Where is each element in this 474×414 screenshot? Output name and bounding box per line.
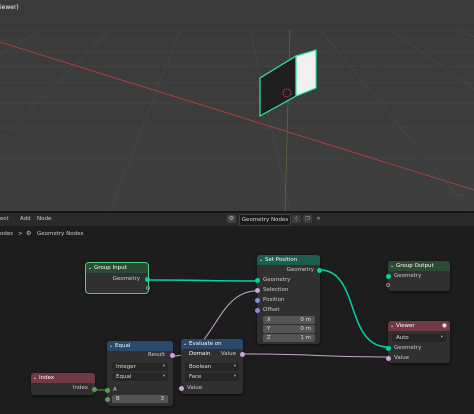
node-tree-selector[interactable]: ⚙ Geometry Nodes ◊ ❐ ✕ — [225, 214, 323, 226]
geometry-input-socket[interactable] — [255, 278, 260, 283]
duplicate-icon[interactable]: ❐ — [303, 215, 312, 223]
socket-label: Geometry — [263, 277, 291, 283]
menu-select[interactable]: ect — [0, 216, 9, 222]
offset-input-socket[interactable] — [255, 308, 260, 313]
b-input-socket[interactable] — [105, 397, 110, 402]
index-output-socket[interactable] — [92, 387, 97, 392]
breadcrumb-parent: odes — [0, 231, 14, 237]
node-header[interactable]: ⌄ Equal — [107, 341, 173, 351]
domain-dropdown[interactable]: Face ▾ — [185, 373, 239, 381]
geometry-output-socket[interactable] — [145, 277, 150, 282]
geometry-input-socket[interactable] — [386, 274, 391, 279]
empty-input-socket[interactable] — [386, 283, 390, 287]
socket-label: Geometry — [394, 345, 422, 351]
menu-add[interactable]: Add — [20, 216, 31, 222]
evaluate-on-domain-node[interactable]: ⌄ Evaluate on Domain Value Boolean ▾ Face… — [179, 339, 245, 394]
node-header[interactable]: ⌄ Set Position — [257, 255, 320, 265]
node-tree-icon[interactable]: ⚙ — [227, 215, 236, 223]
node-header[interactable]: ⌄ Evaluate on Domain — [181, 339, 243, 357]
node-header[interactable]: ⌄ Group Output — [388, 261, 450, 271]
result-output-socket[interactable] — [170, 353, 175, 358]
node-title: Equal — [115, 343, 131, 349]
collapse-chevron-icon[interactable]: ⌄ — [390, 261, 394, 271]
socket-label: Geometry — [286, 267, 314, 273]
geometry-output-socket[interactable] — [317, 268, 322, 273]
node-header[interactable]: ⌄ Index — [31, 373, 95, 383]
socket-label: Position — [263, 297, 285, 303]
menu-node[interactable]: Node — [37, 216, 51, 222]
collapse-chevron-icon[interactable]: ⌄ — [259, 255, 263, 265]
node-header[interactable]: ⌄ Group Input — [86, 263, 148, 273]
viewport-grid — [0, 0, 474, 211]
empty-output-socket[interactable] — [146, 286, 150, 290]
type-dropdown[interactable]: Boolean ▾ — [185, 363, 239, 371]
value-input-socket[interactable] — [386, 356, 391, 361]
eye-icon[interactable]: ◉ — [442, 321, 447, 331]
set-position-node[interactable]: ⌄ Set Position Geometry Geometry Selecti… — [255, 255, 322, 344]
socket-label: Geometry — [112, 276, 140, 282]
node-title: Viewer — [396, 323, 415, 329]
socket-label: Index — [72, 385, 88, 391]
collapse-chevron-icon[interactable]: ⌄ — [33, 373, 37, 383]
value-input-socket[interactable] — [179, 386, 184, 391]
collapse-chevron-icon[interactable]: ⌄ — [109, 341, 113, 351]
socket-label: Value — [187, 385, 203, 391]
pin-icon[interactable]: ✕ — [314, 215, 323, 223]
socket-label: Geometry — [394, 273, 422, 279]
socket-label: Offset — [263, 307, 280, 313]
node-tree-icon: ⚙ — [26, 230, 32, 237]
fake-user-shield-icon[interactable]: ◊ — [292, 215, 301, 223]
viewer-node[interactable]: ⌄ Viewer ◉ Auto ▾ Geometry Value — [386, 321, 450, 363]
socket-label: Value — [220, 351, 236, 357]
node-title: Group Input — [94, 265, 127, 271]
offset-y-field[interactable]: Y 0 m — [263, 325, 315, 333]
socket-label: A — [113, 387, 117, 393]
breadcrumb-current: Geometry Nodes — [37, 231, 84, 237]
node-title: Index — [39, 375, 55, 381]
selection-input-socket[interactable] — [255, 288, 260, 293]
breadcrumb: odes > ⚙ Geometry Nodes — [0, 228, 200, 240]
node-title: Evaluate on Domain — [189, 341, 222, 357]
socket-label: Selection — [263, 287, 289, 293]
node-title: Set Position — [265, 257, 298, 263]
data-type-dropdown[interactable]: Integer ▾ — [112, 363, 168, 371]
node-header[interactable]: ⌄ Viewer ◉ — [388, 321, 450, 331]
group-input-node[interactable]: ⌄ Group Input Geometry — [85, 262, 150, 294]
geometry-input-socket[interactable] — [386, 346, 391, 351]
equal-node[interactable]: ⌄ Equal Result Integer ▾ Equal ▾ A B 3 — [105, 341, 175, 406]
index-node[interactable]: ⌄ Index Index — [31, 373, 97, 395]
collapse-chevron-icon[interactable]: ⌄ — [88, 263, 92, 273]
value-output-socket[interactable] — [240, 352, 245, 357]
offset-x-field[interactable]: X 0 m — [263, 316, 315, 324]
collapse-chevron-icon[interactable]: ⌄ — [183, 339, 187, 349]
breadcrumb-separator: > — [18, 231, 23, 237]
3d-viewport[interactable]: iewer) — [0, 0, 474, 211]
socket-label: Result — [148, 352, 165, 358]
domain-dropdown[interactable]: Auto ▾ — [392, 334, 446, 342]
socket-label: Value — [394, 355, 410, 361]
node-title: Group Output — [396, 263, 434, 269]
operation-dropdown[interactable]: Equal ▾ — [112, 373, 168, 381]
viewport-title: iewer) — [0, 4, 19, 11]
group-output-node[interactable]: ⌄ Group Output Geometry — [386, 261, 450, 291]
node-tree-name[interactable]: Geometry Nodes — [239, 214, 291, 226]
offset-z-field[interactable]: Z 1 m — [263, 334, 315, 342]
b-value-field[interactable]: B 3 — [112, 395, 168, 403]
collapse-chevron-icon[interactable]: ⌄ — [390, 321, 394, 331]
a-input-socket[interactable] — [105, 388, 110, 393]
position-input-socket[interactable] — [255, 298, 260, 303]
